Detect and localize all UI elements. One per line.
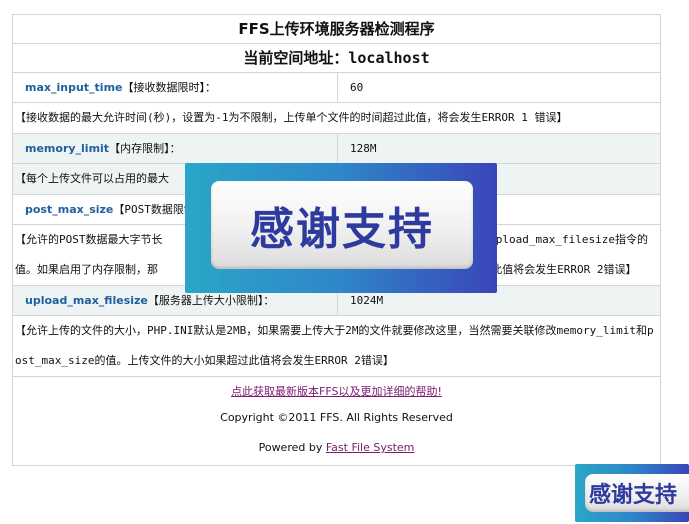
setting-description: 【允许上传的文件的大小，PHP.INI默认是2MB，如果需要上传大于2M的文件就… <box>13 316 660 377</box>
powered-by: Powered by Fast File System <box>13 433 660 463</box>
setting-label: 【内存限制】： <box>109 142 181 155</box>
setting-row-memory-limit: memory_limit【内存限制】： 128M <box>13 134 660 164</box>
setting-row-max-input-time: max_input_time【接收数据限时】： 60 <box>13 73 660 103</box>
setting-label: 【服务器上传大小限制】： <box>147 294 275 307</box>
footer: 点此获取最新版本FFS以及更加详细的帮助! Copyright ©2011 FF… <box>13 377 660 465</box>
powered-prefix: Powered by <box>258 441 323 454</box>
setting-label: 【POST数据限制 <box>113 203 195 216</box>
page-title: FFS上传环境服务器检测程序 <box>13 15 660 44</box>
setting-key-cell: max_input_time【接收数据限时】： <box>13 73 338 102</box>
setting-key-cell: memory_limit【内存限制】： <box>13 134 338 163</box>
server-address: 当前空间地址：localhost <box>13 44 660 73</box>
setting-name: post_max_size <box>25 203 114 216</box>
setting-name: upload_max_filesize <box>25 294 148 307</box>
setting-value: 60 <box>350 81 364 94</box>
setting-name: max_input_time <box>25 81 123 94</box>
setting-value: 128M <box>350 142 377 155</box>
copyright-text: Copyright ©2011 FFS. All Rights Reserved <box>220 411 453 424</box>
address-label: 当前空间地址： <box>243 49 349 67</box>
setting-description: 【接收数据的最大允许时间(秒)，设置为-1为不限制，上传单个文件的时间超过此值，… <box>13 103 660 134</box>
address-value: localhost <box>348 49 430 67</box>
powered-link[interactable]: Fast File System <box>326 441 415 454</box>
thanks-banner-text: 感谢支持 <box>211 181 473 269</box>
setting-label: 【接收数据限时】： <box>122 81 217 94</box>
help-link[interactable]: 点此获取最新版本FFS以及更加详细的帮助! <box>13 381 660 403</box>
thanks-banner-text: 感谢支持 <box>585 474 689 512</box>
thanks-banner-large[interactable]: 感谢支持 <box>185 163 497 293</box>
thanks-banner-small[interactable]: 感谢支持 <box>575 464 689 522</box>
setting-name: memory_limit <box>25 142 110 155</box>
